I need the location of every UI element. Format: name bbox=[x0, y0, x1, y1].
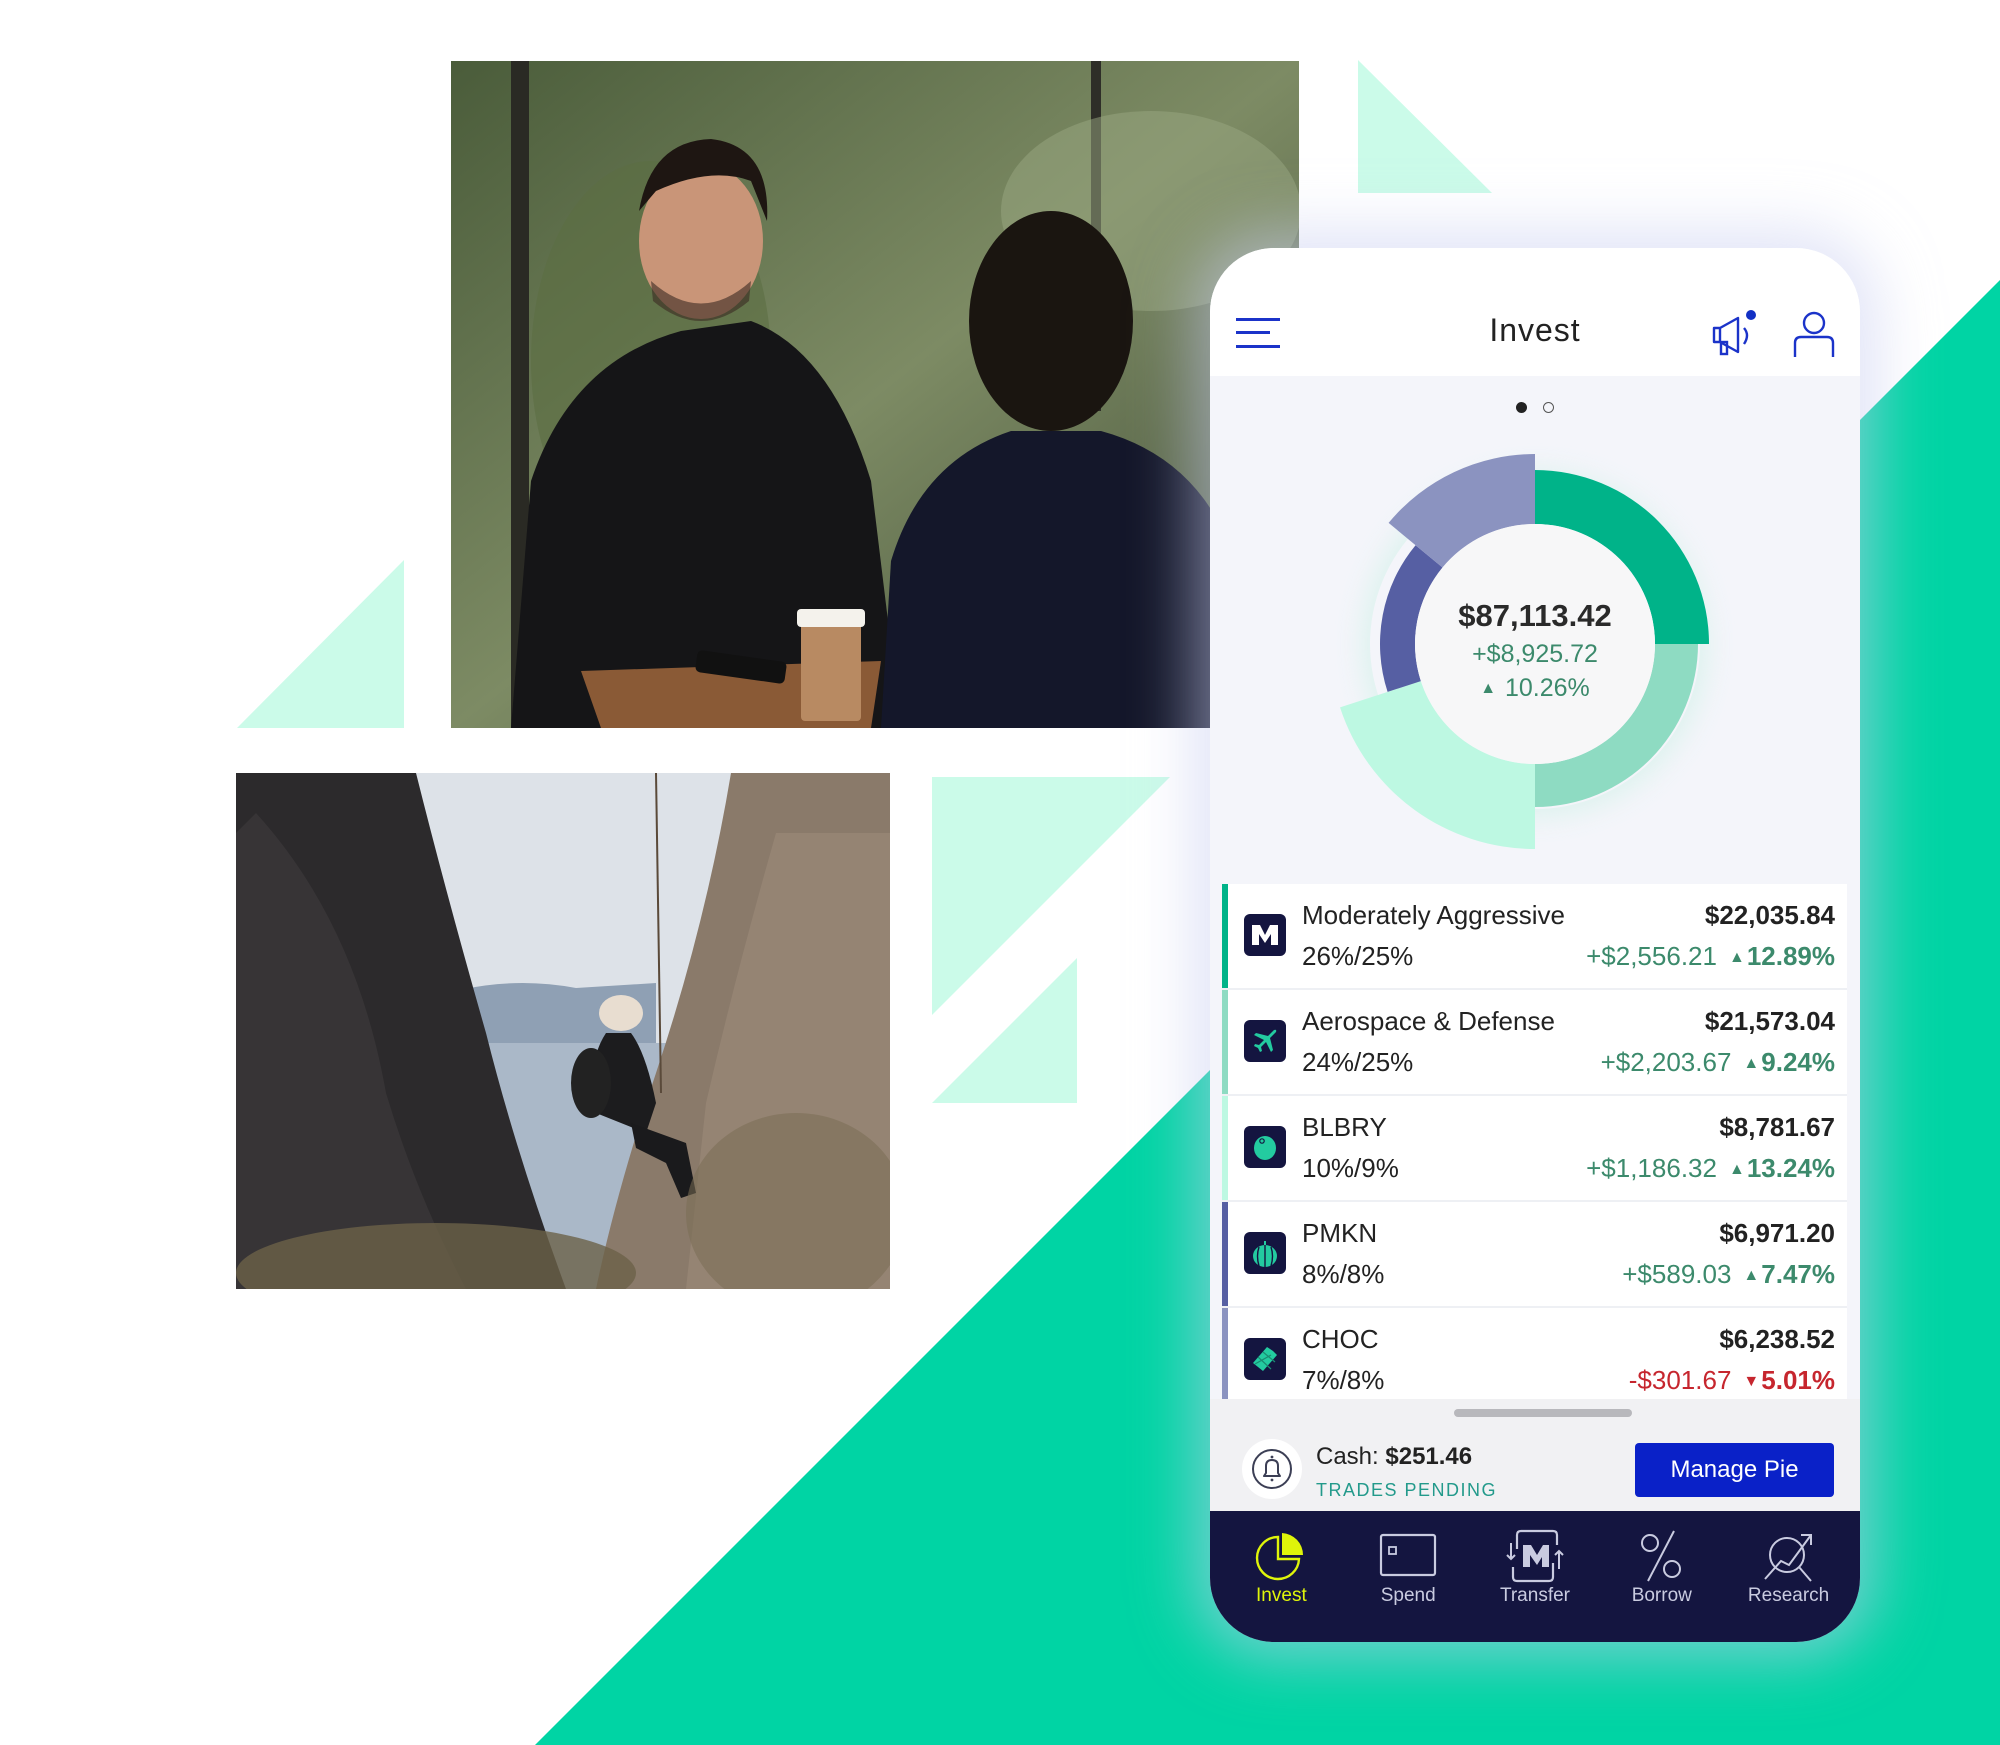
notification-badge bbox=[1746, 310, 1756, 320]
holding-allocation: 10%/9% bbox=[1302, 1153, 1399, 1183]
up-triangle-icon: ▲ bbox=[1480, 680, 1497, 697]
holding-allocation: 8%/8% bbox=[1302, 1259, 1385, 1289]
holding-change-pct: 13.24% bbox=[1746, 1153, 1835, 1183]
allocation-color-bar bbox=[1222, 1308, 1228, 1412]
allocation-color-bar bbox=[1222, 1096, 1228, 1200]
nav-transfer[interactable]: Transfer bbox=[1475, 1511, 1595, 1642]
holding-value: $6,238.52 bbox=[1719, 1324, 1835, 1354]
holding-name: PMKN bbox=[1302, 1218, 1378, 1248]
nav-label: Transfer bbox=[1499, 1585, 1570, 1606]
holding-change-amount: +$589.03 bbox=[1622, 1259, 1732, 1289]
page-title: Invest bbox=[1489, 312, 1581, 348]
pending-trades-button[interactable] bbox=[1242, 1439, 1302, 1499]
trades-pending-status: TRADES PENDING bbox=[1316, 1480, 1498, 1500]
holding-change: +$2,556.21 ▲12.89% bbox=[1586, 941, 1835, 972]
cash-bar: Cash: $251.46 TRADES PENDING Manage Pie bbox=[1210, 1399, 1860, 1511]
holding-name: CHOC bbox=[1302, 1324, 1379, 1354]
cash-amount: $251.46 bbox=[1385, 1443, 1473, 1470]
holding-change-amount: -$301.67 bbox=[1628, 1365, 1732, 1395]
allocation-color-bar bbox=[1222, 990, 1228, 1094]
cash-label: Cash: bbox=[1316, 1443, 1379, 1470]
portfolio-total-gain: +$8,925.72 bbox=[1472, 640, 1598, 668]
pie-chart-icon bbox=[1256, 1533, 1304, 1581]
drag-handle[interactable] bbox=[1454, 1409, 1632, 1417]
holding-row[interactable]: Moderately Aggressive 26%/25% $22,035.84 +$… bbox=[1222, 884, 1847, 990]
portfolio-total-gain-pct: ▲ 10.26% bbox=[1300, 674, 1770, 703]
nav-spend[interactable]: Spend bbox=[1348, 1511, 1468, 1642]
app-header: Invest bbox=[1210, 248, 1860, 376]
holding-name: Aerospace & Defense bbox=[1302, 1006, 1555, 1036]
portfolio-total-value: $87,113.42 bbox=[1458, 598, 1612, 633]
bottom-nav: Invest Spend Transfer Borrow Research bbox=[1210, 1511, 1860, 1642]
nav-label: Spend bbox=[1380, 1585, 1436, 1606]
allocation-color-bar bbox=[1222, 884, 1228, 988]
holding-name: Moderately Aggressive bbox=[1302, 900, 1566, 930]
holding-change-amount: +$1,186.32 bbox=[1586, 1153, 1717, 1183]
meeting-photo bbox=[451, 61, 1299, 728]
portfolio-pie-chart[interactable]: $87,113.42 +$8,925.72 ▲ 10.26% bbox=[1300, 428, 1770, 868]
holding-change-pct: 5.01% bbox=[1761, 1365, 1835, 1395]
person-icon[interactable] bbox=[1792, 310, 1836, 358]
page-indicator bbox=[1210, 402, 1860, 413]
holdings-list: Moderately Aggressive 26%/25% $22,035.84 +$… bbox=[1222, 884, 1847, 1414]
nav-invest[interactable]: Invest bbox=[1221, 1511, 1341, 1642]
holding-allocation: 7%/8% bbox=[1302, 1365, 1385, 1395]
holding-change-pct: 9.24% bbox=[1761, 1047, 1835, 1077]
holding-allocation: 26%/25% bbox=[1302, 941, 1414, 971]
airplane-icon bbox=[1244, 1020, 1286, 1062]
up-triangle-icon: ▲ bbox=[1728, 949, 1745, 966]
holding-value: $6,971.20 bbox=[1719, 1218, 1835, 1248]
percent-icon bbox=[1640, 1530, 1681, 1582]
pumpkin-icon bbox=[1244, 1232, 1286, 1274]
up-triangle-icon: ▲ bbox=[1743, 1267, 1760, 1284]
holding-name: BLBRY bbox=[1302, 1112, 1387, 1142]
holding-change: -$301.67 ▼5.01% bbox=[1629, 1365, 1835, 1396]
transfer-icon bbox=[1506, 1529, 1564, 1583]
m1-logo-icon bbox=[1244, 914, 1286, 956]
holding-change: +$1,186.32 ▲13.24% bbox=[1586, 1153, 1835, 1184]
holding-value: $8,781.67 bbox=[1719, 1112, 1835, 1142]
holding-change-amount: +$2,556.21 bbox=[1586, 941, 1717, 971]
holding-change: +$589.03 ▲7.47% bbox=[1622, 1259, 1835, 1290]
mint-triangle-middle-upper bbox=[932, 777, 1170, 1015]
holding-allocation: 24%/25% bbox=[1302, 1047, 1414, 1077]
manage-pie-button[interactable]: Manage Pie bbox=[1635, 1443, 1834, 1497]
holding-row[interactable]: Aerospace & Defense 24%/25% $21,573.04 +$2,… bbox=[1222, 990, 1847, 1096]
up-triangle-icon: ▲ bbox=[1743, 1055, 1760, 1072]
up-triangle-icon: ▲ bbox=[1728, 1161, 1745, 1178]
nav-label: Invest bbox=[1256, 1585, 1307, 1606]
mint-triangle-top bbox=[1358, 60, 1492, 193]
page-dot-inactive[interactable] bbox=[1543, 402, 1554, 413]
nav-label: Research bbox=[1747, 1585, 1830, 1606]
down-triangle-icon: ▼ bbox=[1743, 1373, 1760, 1390]
mint-triangle-left bbox=[237, 560, 404, 728]
allocation-color-bar bbox=[1222, 1202, 1228, 1306]
holding-row[interactable]: BLBRY 10%/9% $8,781.67 +$1,186.32 ▲13.24% bbox=[1222, 1096, 1847, 1202]
holding-change-pct: 12.89% bbox=[1746, 941, 1835, 971]
research-icon bbox=[1763, 1534, 1812, 1582]
bell-icon bbox=[1252, 1449, 1292, 1489]
holding-change-pct: 7.47% bbox=[1761, 1259, 1835, 1289]
nav-research[interactable]: Research bbox=[1729, 1511, 1849, 1642]
card-icon bbox=[1380, 1533, 1437, 1577]
holding-change-amount: +$2,203.67 bbox=[1600, 1047, 1732, 1077]
chocolate-bar-icon bbox=[1244, 1338, 1286, 1380]
gain-pct-value: 10.26% bbox=[1505, 674, 1590, 702]
climber-photo bbox=[236, 773, 890, 1289]
holding-value: $22,035.84 bbox=[1704, 900, 1835, 930]
holding-value: $21,573.04 bbox=[1704, 1006, 1835, 1036]
phone-app: Invest $87,113.42 +$8,925.72 ▲ 10.26% Mo… bbox=[1210, 248, 1860, 1642]
page-dot-active[interactable] bbox=[1516, 402, 1527, 413]
holding-row[interactable]: PMKN 8%/8% $6,971.20 +$589.03 ▲7.47% bbox=[1222, 1202, 1847, 1308]
holding-change: +$2,203.67 ▲9.24% bbox=[1601, 1047, 1835, 1078]
nav-borrow[interactable]: Borrow bbox=[1602, 1511, 1722, 1642]
nav-label: Borrow bbox=[1631, 1585, 1692, 1606]
blueberry-icon bbox=[1244, 1126, 1286, 1168]
cash-balance: Cash: $251.46 bbox=[1316, 1443, 1472, 1471]
